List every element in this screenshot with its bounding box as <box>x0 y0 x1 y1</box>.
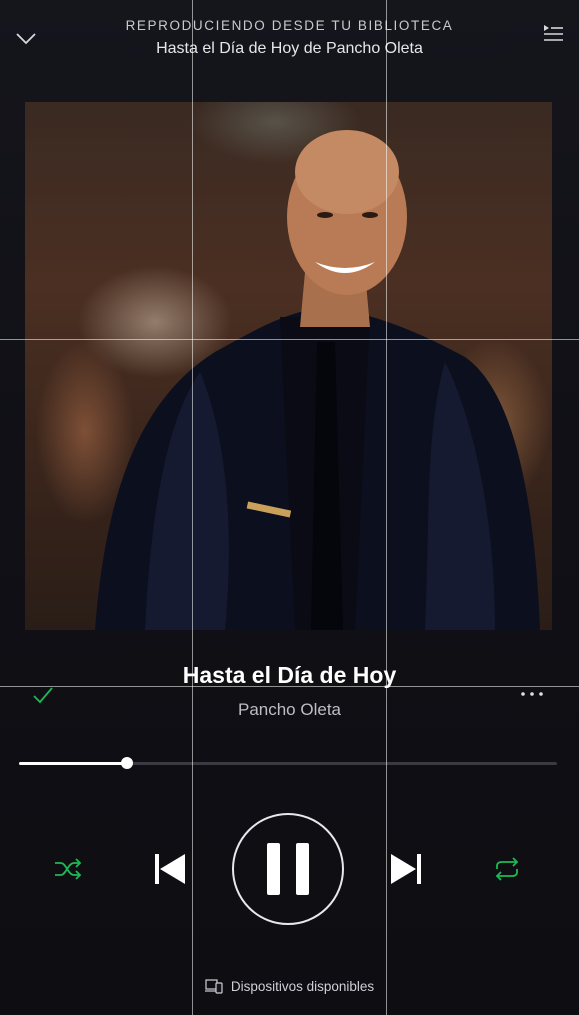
track-artist[interactable]: Pancho Oleta <box>0 700 579 720</box>
pause-button[interactable] <box>232 813 344 925</box>
shuffle-button[interactable] <box>53 855 83 883</box>
repeat-icon <box>495 857 519 881</box>
devices-available-button[interactable]: Dispositivos disponibles <box>0 978 579 994</box>
grid-line-vertical <box>192 0 193 1015</box>
more-options-button[interactable] <box>519 684 545 704</box>
grid-line-vertical <box>386 0 387 1015</box>
previous-track-button[interactable] <box>152 852 188 886</box>
progress-bar[interactable] <box>19 757 557 769</box>
album-artwork <box>25 102 552 630</box>
queue-list-icon <box>544 25 563 41</box>
devices-icon <box>204 979 223 994</box>
grid-line-horizontal <box>0 686 579 687</box>
grid-line-horizontal <box>0 339 579 340</box>
queue-button[interactable] <box>541 22 565 46</box>
skip-previous-icon <box>155 854 185 884</box>
devices-label: Dispositivos disponibles <box>230 978 375 994</box>
progress-knob[interactable] <box>120 757 133 769</box>
playing-context-label: REPRODUCIENDO DESDE TU BIBLIOTECA <box>125 18 454 33</box>
shuffle-icon <box>55 858 82 880</box>
skip-next-icon <box>391 854 421 884</box>
playing-context-title[interactable]: Hasta el Día de Hoy de Pancho Oleta <box>0 40 579 58</box>
next-track-button[interactable] <box>388 852 424 886</box>
more-horizontal-icon <box>521 692 543 696</box>
progress-fill <box>19 762 127 765</box>
repeat-button[interactable] <box>491 855 523 883</box>
pause-icon <box>267 843 309 895</box>
track-title: Hasta el Día de Hoy <box>182 662 397 688</box>
